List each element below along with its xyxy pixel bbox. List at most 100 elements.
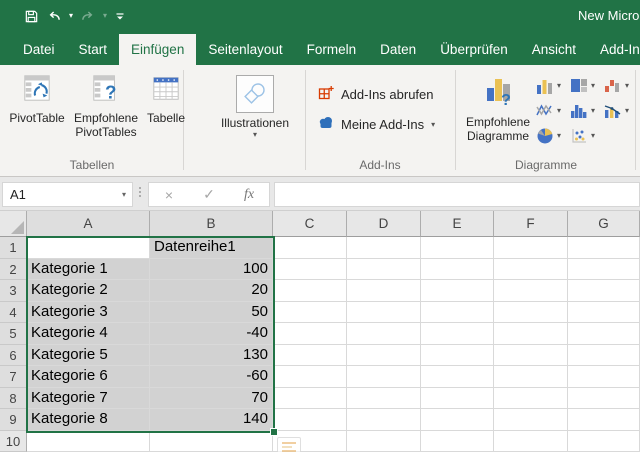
cell-E5[interactable] [421,323,494,345]
cell-D4[interactable] [347,302,421,324]
cancel-icon[interactable]: × [149,187,189,203]
line-chart-button[interactable]: ▾ [536,98,570,123]
tab-ansicht[interactable]: Ansicht [520,34,588,65]
column-chart-button[interactable]: ▾ [536,73,570,98]
combo-chart-button[interactable]: ▾ [604,98,638,123]
cell-E8[interactable] [421,388,494,410]
empfohlene-diagramme-button[interactable]: ? Empfohlene Diagramme [459,73,537,143]
col-header-D[interactable]: D [347,211,421,237]
cell-D2[interactable] [347,259,421,281]
tab-ueberpruefen[interactable]: Überprüfen [428,34,520,65]
bar-chart-button[interactable]: ▾ [570,73,604,98]
cell-B9[interactable]: 140 [150,409,273,431]
cell-C5[interactable] [273,323,347,345]
select-all-button[interactable] [0,211,27,237]
cell-F9[interactable] [494,409,568,431]
cell-B5[interactable]: -40 [150,323,273,345]
cell-G3[interactable] [568,280,640,302]
cell-E6[interactable] [421,345,494,367]
empfohlene-pivottables-button[interactable]: ? Empfohlene PivotTables [68,73,144,139]
col-header-F[interactable]: F [494,211,568,237]
my-addins-button[interactable]: Meine Add-Ins ▾ [318,115,435,134]
undo-dropdown-icon[interactable]: ▾ [69,8,73,24]
tab-einfuegen[interactable]: Einfügen [119,34,196,65]
cell-D1[interactable] [347,237,421,259]
cell-F2[interactable] [494,259,568,281]
cell-A7[interactable]: Kategorie 6 [27,366,150,388]
cell-D8[interactable] [347,388,421,410]
col-header-B[interactable]: B [150,211,273,237]
cell-G8[interactable] [568,388,640,410]
row-header-10[interactable]: 10 [0,431,27,452]
scatter-chart-button[interactable]: ▾ [570,123,604,148]
cell-B10[interactable] [150,431,273,452]
cell-B4[interactable]: 50 [150,302,273,324]
cell-A1[interactable] [27,237,150,259]
cell-F8[interactable] [494,388,568,410]
tab-addins[interactable]: Add-Ins [588,34,640,65]
cell-A3[interactable]: Kategorie 2 [27,280,150,302]
row-header-2[interactable]: 2 [0,259,27,281]
get-addins-button[interactable]: Add-Ins abrufen [318,85,434,104]
row-header-6[interactable]: 6 [0,345,27,367]
save-icon[interactable] [24,9,39,24]
name-box[interactable]: A1▾ [2,182,133,207]
cell-E10[interactable] [421,431,494,452]
cell-A9[interactable]: Kategorie 8 [27,409,150,431]
cell-C9[interactable] [273,409,347,431]
cell-A5[interactable]: Kategorie 4 [27,323,150,345]
col-header-C[interactable]: C [273,211,347,237]
cell-D3[interactable] [347,280,421,302]
cell-D6[interactable] [347,345,421,367]
row-header-1[interactable]: 1 [0,237,27,259]
cell-A4[interactable]: Kategorie 3 [27,302,150,324]
tab-datei[interactable]: Datei [11,34,67,65]
cell-D7[interactable] [347,366,421,388]
cell-B7[interactable]: -60 [150,366,273,388]
formula-bar-splitter[interactable] [139,187,141,197]
name-box-dropdown-icon[interactable]: ▾ [122,183,126,206]
cell-C6[interactable] [273,345,347,367]
quick-analysis-button[interactable] [277,437,301,452]
cell-C8[interactable] [273,388,347,410]
cell-G7[interactable] [568,366,640,388]
cell-G6[interactable] [568,345,640,367]
cell-G2[interactable] [568,259,640,281]
row-header-7[interactable]: 7 [0,366,27,388]
cell-B1[interactable]: Datenreihe1 [150,237,273,259]
cell-B2[interactable]: 100 [150,259,273,281]
cell-D9[interactable] [347,409,421,431]
col-header-A[interactable]: A [27,211,150,237]
cell-F6[interactable] [494,345,568,367]
waterfall-chart-button[interactable]: ▾ [604,73,638,98]
row-header-8[interactable]: 8 [0,388,27,410]
cell-B6[interactable]: 130 [150,345,273,367]
cell-D10[interactable] [347,431,421,452]
cell-F5[interactable] [494,323,568,345]
insert-function-icon[interactable]: fx [229,187,269,203]
cell-A6[interactable]: Kategorie 5 [27,345,150,367]
row-header-4[interactable]: 4 [0,302,27,324]
cell-G4[interactable] [568,302,640,324]
pivottable-button[interactable]: PivotTable [6,73,68,125]
tab-daten[interactable]: Daten [368,34,428,65]
cell-F4[interactable] [494,302,568,324]
cell-G9[interactable] [568,409,640,431]
cell-D5[interactable] [347,323,421,345]
cell-A10[interactable] [27,431,150,452]
cell-E3[interactable] [421,280,494,302]
cell-E7[interactable] [421,366,494,388]
cell-C2[interactable] [273,259,347,281]
cell-A2[interactable]: Kategorie 1 [27,259,150,281]
enter-icon[interactable]: ✓ [189,186,229,203]
row-header-3[interactable]: 3 [0,280,27,302]
cell-E9[interactable] [421,409,494,431]
cell-A8[interactable]: Kategorie 7 [27,388,150,410]
tab-start[interactable]: Start [67,34,120,65]
pie-chart-button[interactable]: ▾ [536,123,570,148]
tab-seitenlayout[interactable]: Seitenlayout [196,34,294,65]
cell-G10[interactable] [568,431,640,452]
cell-C4[interactable] [273,302,347,324]
customize-qat-icon[interactable] [114,10,126,23]
cell-B3[interactable]: 20 [150,280,273,302]
